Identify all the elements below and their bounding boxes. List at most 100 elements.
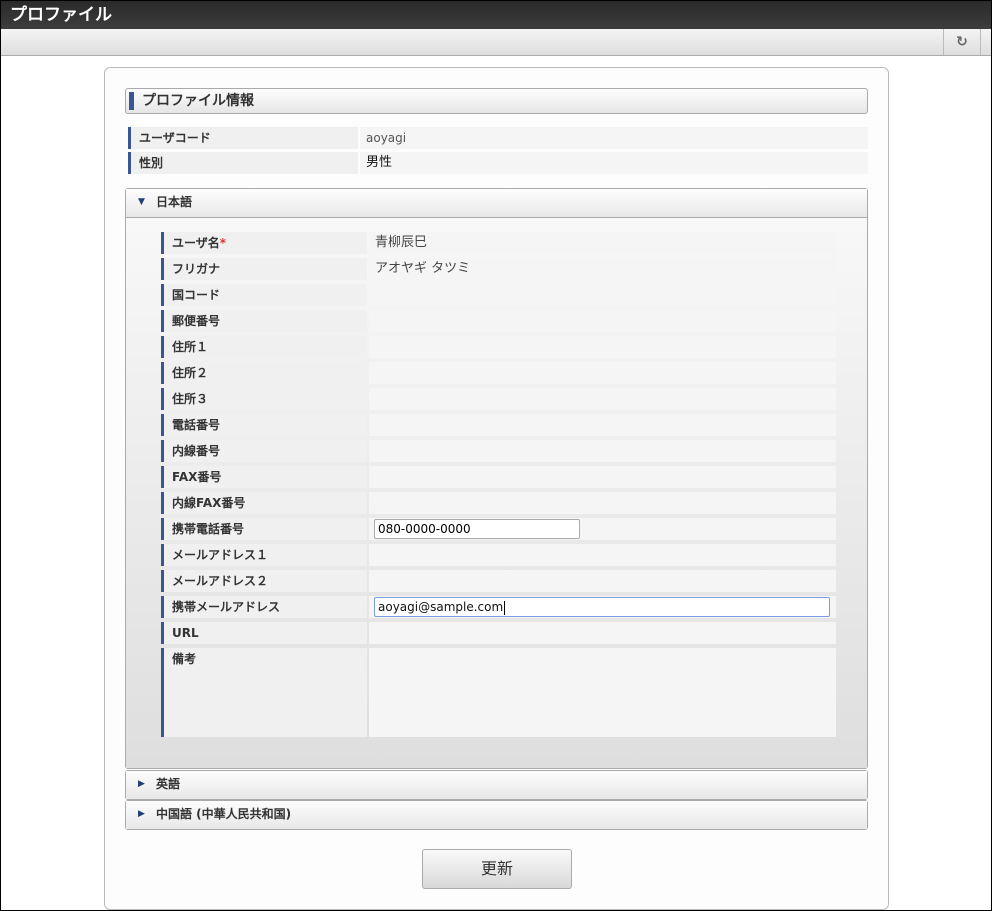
field-label-text: ユーザ名 [172, 236, 220, 250]
field-label-text: 備考 [172, 652, 197, 666]
section-title: プロファイル情報 [125, 88, 868, 114]
field-value [369, 492, 836, 514]
field-label-text: 国コード [172, 288, 221, 302]
field-label-text: フリガナ [172, 262, 221, 276]
field-label: 郵便番号 [161, 310, 367, 332]
field-value [369, 362, 836, 384]
field-row: FAX番号 [158, 464, 836, 490]
accordion-japanese: ▼ 日本語 ユーザ名* 青柳辰巳 フリガナ アオヤギ タツミ 国コード 郵便番号 住所１ 住所２… [125, 188, 868, 769]
field-label: 住所１ [161, 336, 367, 358]
field-label: 内線番号 [161, 440, 367, 462]
accordion-body: ユーザ名* 青柳辰巳 フリガナ アオヤギ タツミ 国コード 郵便番号 住所１ 住所２ 住所３ 電話… [126, 217, 867, 768]
field-label: FAX番号 [161, 466, 367, 488]
field-label-text: 郵便番号 [172, 314, 221, 328]
field-row: 内線番号 [158, 438, 836, 464]
field-value [369, 284, 836, 306]
field-label: メールアドレス２ [161, 570, 367, 592]
field-label: 国コード [161, 284, 367, 306]
window-title: プロファイル [1, 1, 991, 29]
field-value [369, 414, 836, 436]
field-value [369, 310, 836, 332]
field-label: 携帯電話番号 [161, 518, 367, 540]
field-row: メールアドレス２ [158, 568, 836, 594]
field-label-text: 携帯メールアドレス [172, 600, 281, 614]
field-label: ユーザ名* [161, 232, 367, 254]
field-label-text: 電話番号 [172, 418, 221, 432]
field-row: 住所３ [158, 386, 836, 412]
field-label: 内線FAX番号 [161, 492, 367, 514]
toolbar: ↻ [1, 29, 991, 56]
field-label-text: FAX番号 [172, 470, 222, 484]
field-label-text: 携帯電話番号 [172, 522, 245, 536]
field-row: 携帯メールアドレス aoyagi@sample.com [158, 594, 836, 620]
field-value [369, 466, 836, 488]
caret-right-icon: ▶ [138, 779, 145, 789]
field-value [369, 440, 836, 462]
field-label: 性別 [128, 152, 358, 174]
field-row: 住所１ [158, 334, 836, 360]
field-label: 備考 [161, 648, 367, 737]
accordion-title: 英語 [156, 777, 181, 791]
field-row: フリガナ アオヤギ タツミ [158, 256, 836, 282]
mobile-phone-input[interactable] [374, 519, 580, 539]
accordion-header-japanese[interactable]: ▼ 日本語 [126, 189, 867, 217]
field-label: ユーザコード [128, 127, 358, 149]
field-row: 携帯電話番号 [158, 516, 836, 542]
mobile-email-input[interactable]: aoyagi@sample.com [374, 597, 830, 617]
field-label: 電話番号 [161, 414, 367, 436]
accordion-header-chinese[interactable]: ▶ 中国語 (中華人民共和国) [126, 801, 867, 829]
field-label-text: 住所１ [172, 340, 209, 354]
accordion-title: 日本語 [156, 195, 193, 209]
field-label: 住所３ [161, 388, 367, 410]
remarks-textarea[interactable] [369, 648, 836, 737]
field-row: URL [158, 620, 836, 646]
field-value: aoyagi [360, 127, 868, 149]
field-value: アオヤギ タツミ [369, 258, 836, 280]
field-label: 住所２ [161, 362, 367, 384]
field-row: 備考 [158, 646, 836, 739]
field-value: aoyagi@sample.com [369, 596, 836, 618]
field-row: 内線FAX番号 [158, 490, 836, 516]
field-label-text: メールアドレス１ [172, 548, 269, 562]
field-label-text: メールアドレス２ [172, 574, 269, 588]
accordion-chinese: ▶ 中国語 (中華人民共和国) [125, 800, 868, 830]
field-row-gender: 性別 男性 [125, 150, 868, 176]
caret-down-icon: ▼ [138, 197, 145, 207]
update-button[interactable]: 更新 [422, 849, 572, 889]
required-mark: * [219, 236, 227, 250]
field-row: メールアドレス１ [158, 542, 836, 568]
profile-card: プロファイル情報 ユーザコード aoyagi 性別 男性 ▼ 日本語 ユーザ名* 青… [104, 67, 889, 910]
accordion-english: ▶ 英語 [125, 770, 868, 800]
field-row: 国コード [158, 282, 836, 308]
field-label: URL [161, 622, 367, 644]
field-label-text: 住所２ [172, 366, 209, 380]
mobile-email-value: aoyagi@sample.com [378, 600, 504, 614]
refresh-icon: ↻ [956, 34, 968, 50]
field-value [369, 622, 836, 644]
field-row: 電話番号 [158, 412, 836, 438]
field-row: 住所２ [158, 360, 836, 386]
field-value [369, 518, 836, 540]
field-value [369, 336, 836, 358]
field-label-text: 住所３ [172, 392, 209, 406]
accordion-title: 中国語 (中華人民共和国) [156, 807, 292, 821]
field-label: フリガナ [161, 258, 367, 280]
field-label: 携帯メールアドレス [161, 596, 367, 618]
field-label: メールアドレス１ [161, 544, 367, 566]
text-caret [504, 600, 506, 615]
field-label-text: URL [172, 626, 199, 640]
field-row: ユーザ名* 青柳辰巳 [158, 230, 836, 256]
field-value [369, 570, 836, 592]
field-value [369, 544, 836, 566]
field-label-text: 内線番号 [172, 444, 221, 458]
field-row-user-code: ユーザコード aoyagi [125, 125, 868, 151]
refresh-button[interactable]: ↻ [943, 29, 981, 55]
field-row: 郵便番号 [158, 308, 836, 334]
field-value: 青柳辰巳 [369, 232, 836, 254]
window: プロファイル ↻ プロファイル情報 ユーザコード aoyagi 性別 男性 ▼ 日… [0, 0, 992, 911]
field-value: 男性 [360, 152, 868, 174]
field-label-text: 内線FAX番号 [172, 496, 246, 510]
field-value [369, 388, 836, 410]
accordion-header-english[interactable]: ▶ 英語 [126, 771, 867, 799]
caret-right-icon: ▶ [138, 809, 145, 819]
